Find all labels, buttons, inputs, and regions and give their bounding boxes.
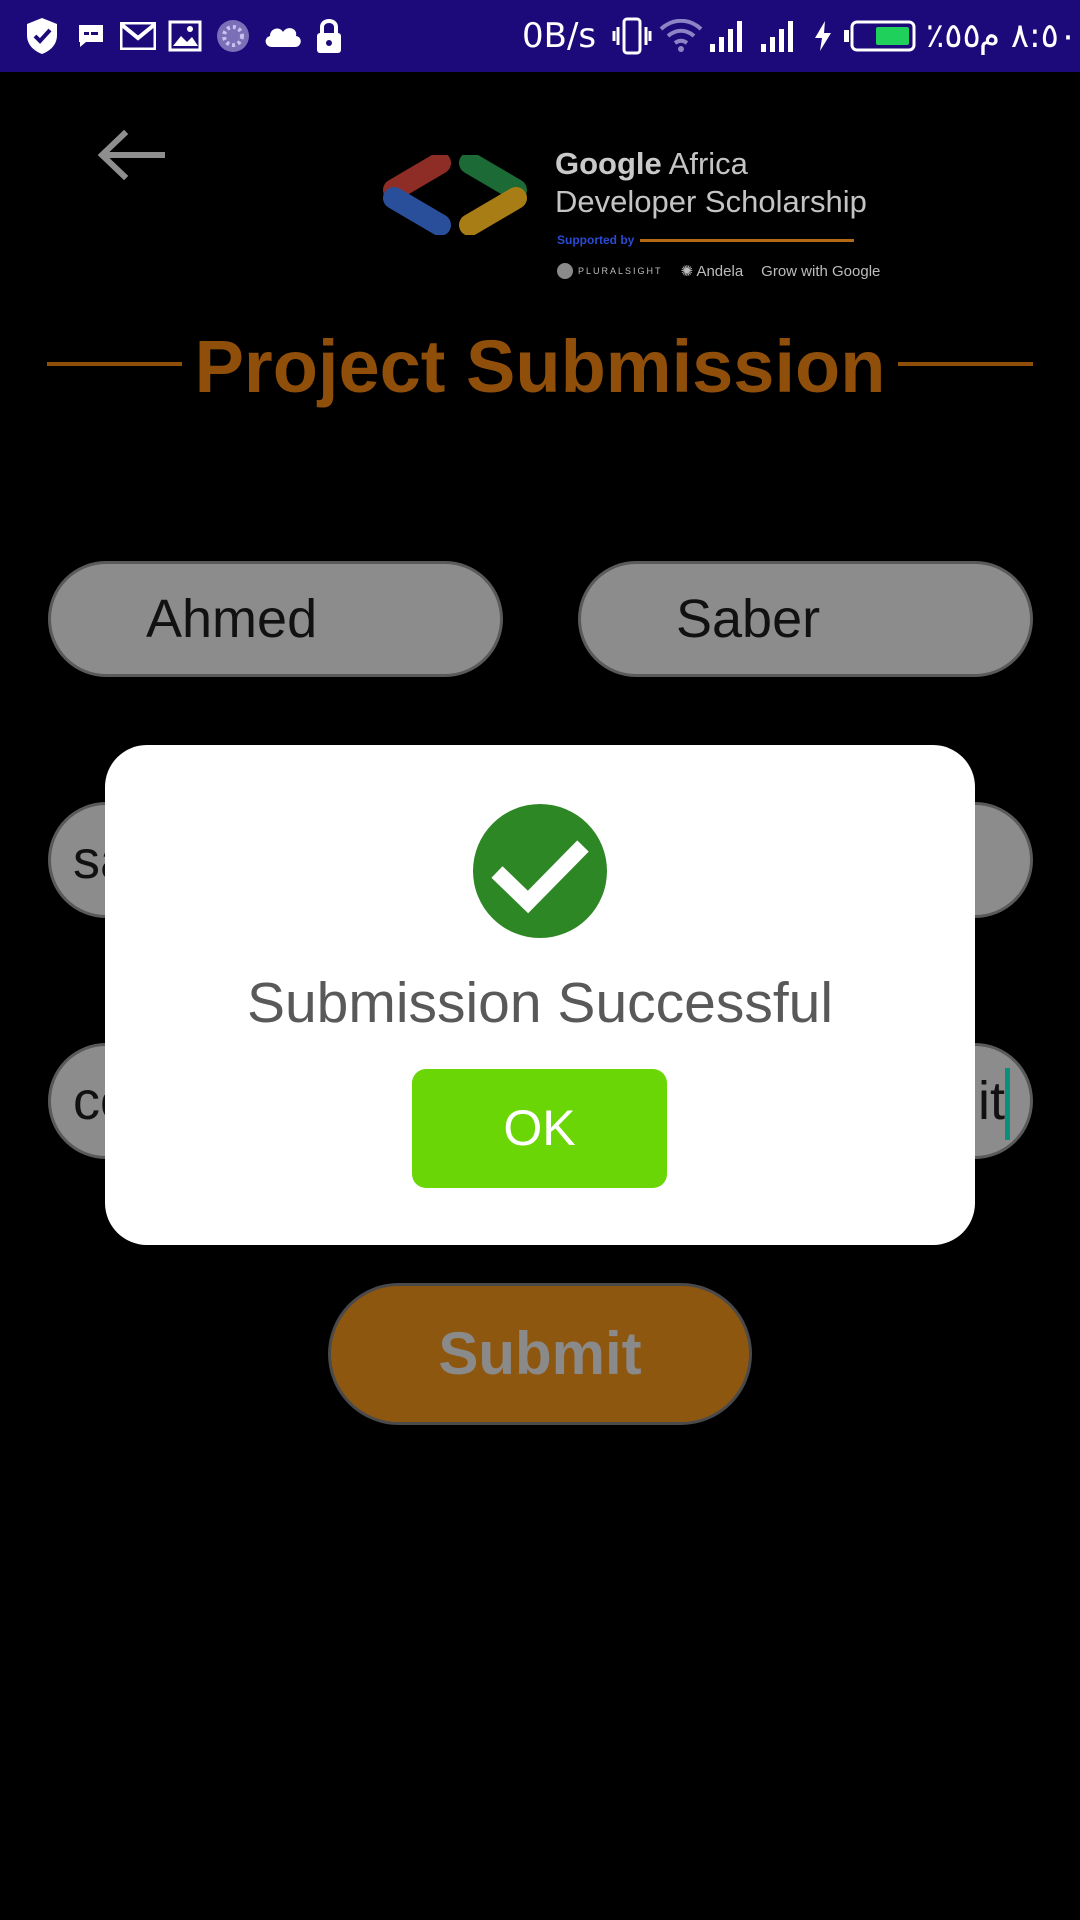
network-speed: 0B/s — [522, 16, 597, 56]
dialog-message: Submission Successful — [246, 971, 834, 1035]
pluralsight-icon — [557, 263, 573, 279]
signal-icon — [708, 0, 746, 72]
loading-icon — [214, 0, 252, 72]
last-name-field[interactable]: Saber — [578, 561, 1033, 677]
lock-icon — [313, 0, 345, 72]
clock: ٨:٥٠ م — [979, 16, 1078, 56]
battery-percent: ٪٥٥ — [926, 16, 981, 56]
sponsor-list: PLURALSIGHT ✺ Andela Grow with Google — [557, 260, 880, 282]
gmail-icon — [119, 0, 157, 72]
logo-line2: Developer Scholarship — [555, 184, 867, 219]
sponsor-andela: ✺ Andela — [680, 263, 744, 280]
submit-button[interactable]: Submit — [328, 1283, 752, 1425]
gallery-icon — [167, 0, 203, 72]
check-circle-icon — [473, 804, 607, 938]
vibrate-icon — [612, 0, 652, 72]
logo-wordmark: Google Africa Developer Scholarship — [555, 145, 867, 221]
sponsor-pluralsight: PLURALSIGHT — [557, 263, 663, 279]
arrow-left-icon[interactable] — [96, 129, 166, 181]
cloud-icon — [261, 0, 305, 72]
battery-icon — [844, 0, 916, 72]
github-link-value-right: it — [978, 1071, 1005, 1131]
first-name-field[interactable]: Ahmed — [48, 561, 503, 677]
status-bar: 0B/s ٪٥٥ ٨:٥٠ م — [0, 0, 1080, 72]
gdg-logo-icon — [380, 152, 530, 236]
logo-brand: Google — [555, 146, 662, 181]
shield-icon — [22, 0, 62, 72]
wifi-icon — [658, 0, 704, 72]
logo-divider — [640, 239, 854, 242]
signal-icon — [759, 0, 797, 72]
logo-line1: Africa — [661, 146, 748, 181]
text-cursor — [1005, 1068, 1010, 1140]
ok-button[interactable]: OK — [412, 1069, 667, 1188]
sponsor-google: Grow with Google — [761, 262, 881, 280]
page-title: Project Submission — [194, 325, 886, 408]
supported-by-label: Supported by — [557, 233, 635, 247]
charging-icon — [812, 0, 834, 72]
message-icon — [74, 0, 108, 72]
